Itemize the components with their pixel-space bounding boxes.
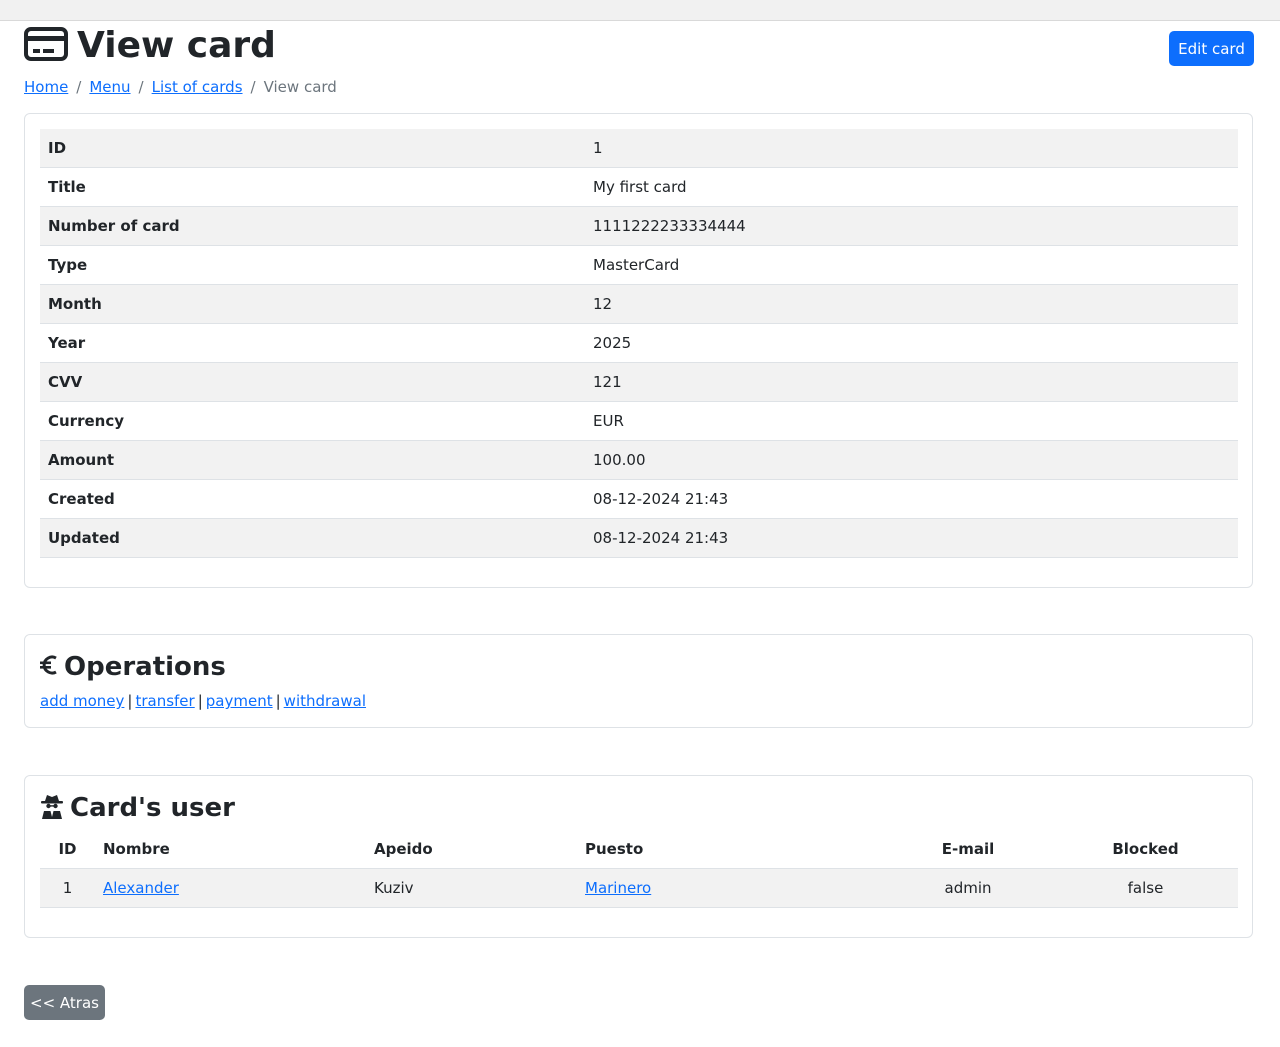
table-row: ID 1 [40, 129, 1238, 168]
detail-value: 08-12-2024 21:43 [585, 479, 1238, 519]
payment-link[interactable]: payment [206, 692, 273, 710]
table-row: Currency EUR [40, 401, 1238, 441]
breadcrumb-home-link[interactable]: Home [24, 77, 68, 97]
link-separator: | [197, 692, 203, 710]
breadcrumb-separator: / [138, 78, 144, 96]
detail-label: Title [40, 167, 585, 207]
detail-label: Number of card [40, 206, 585, 246]
operations-title: Operations [40, 651, 226, 683]
breadcrumb: Home / Menu / List of cards / View card [24, 77, 337, 97]
detail-label: Currency [40, 401, 585, 441]
user-puesto-cell: Marinero [577, 868, 883, 908]
operations-title-text: Operations [64, 652, 226, 682]
table-row: 1 Alexander Kuziv Marinero admin false [40, 868, 1238, 908]
column-header-nombre: Nombre [95, 830, 366, 869]
detail-value: EUR [585, 401, 1238, 441]
detail-value: 1 [585, 129, 1238, 168]
card-user-title: Card's user [40, 792, 235, 824]
user-email-cell: admin [883, 868, 1053, 908]
table-row: Title My first card [40, 167, 1238, 207]
column-header-puesto: Puesto [577, 830, 883, 869]
breadcrumb-separator: / [76, 78, 82, 96]
breadcrumb-list-of-cards-link[interactable]: List of cards [152, 77, 243, 97]
user-apeido-cell: Kuziv [366, 868, 577, 908]
detail-value: 2025 [585, 323, 1238, 363]
user-position-link[interactable]: Marinero [585, 879, 651, 897]
card-user-table: ID Nombre Apeido Puesto E-mail Blocked 1… [40, 830, 1238, 908]
detail-label: Type [40, 245, 585, 285]
user-blocked-cell: false [1053, 868, 1238, 908]
table-row: Amount 100.00 [40, 440, 1238, 480]
transfer-link[interactable]: transfer [135, 692, 194, 710]
detail-value: MasterCard [585, 245, 1238, 285]
card-user-panel: Card's user ID Nombre Apeido Puesto E-ma… [24, 775, 1253, 938]
withdrawal-link[interactable]: withdrawal [284, 692, 366, 710]
table-row: Year 2025 [40, 323, 1238, 363]
detail-label: CVV [40, 362, 585, 402]
detail-value: My first card [585, 167, 1238, 207]
table-row: Created 08-12-2024 21:43 [40, 479, 1238, 519]
operations-panel: Operations add money | transfer | payment | wi… [24, 634, 1253, 728]
breadcrumb-separator: / [250, 78, 256, 96]
column-header-id: ID [40, 830, 95, 869]
detail-value: 121 [585, 362, 1238, 402]
detail-label: Amount [40, 440, 585, 480]
link-separator: | [275, 692, 281, 710]
card-details-panel: ID 1 Title My first card Number of card 111… [24, 113, 1253, 588]
link-separator: | [127, 692, 133, 710]
edit-card-button[interactable]: Edit card [1169, 31, 1254, 66]
detail-label: Month [40, 284, 585, 324]
page-title: View card [24, 24, 276, 68]
detail-label: Year [40, 323, 585, 363]
back-button[interactable]: << Atras [24, 985, 105, 1020]
table-row: Updated 08-12-2024 21:43 [40, 518, 1238, 558]
detail-value: 08-12-2024 21:43 [585, 518, 1238, 558]
card-user-title-text: Card's user [70, 793, 235, 823]
euro-icon [40, 653, 58, 681]
detail-label: ID [40, 129, 585, 168]
table-row: Type MasterCard [40, 245, 1238, 285]
breadcrumb-menu-link[interactable]: Menu [89, 77, 130, 97]
credit-card-icon [24, 26, 68, 66]
detail-value: 1111222233334444 [585, 206, 1238, 246]
detail-value: 12 [585, 284, 1238, 324]
table-row: Number of card 1111222233334444 [40, 206, 1238, 246]
user-nombre-cell: Alexander [95, 868, 366, 908]
table-header-row: ID Nombre Apeido Puesto E-mail Blocked [40, 830, 1238, 869]
user-name-link[interactable]: Alexander [103, 879, 179, 897]
table-row: CVV 121 [40, 362, 1238, 402]
detail-value: 100.00 [585, 440, 1238, 480]
operations-links: add money | transfer | payment | withdrawal [40, 691, 366, 711]
column-header-blocked: Blocked [1053, 830, 1238, 869]
add-money-link[interactable]: add money [40, 692, 124, 710]
page-title-text: View card [77, 25, 276, 66]
user-id-cell: 1 [40, 868, 95, 908]
detail-label: Updated [40, 518, 585, 558]
table-row: Month 12 [40, 284, 1238, 324]
detail-label: Created [40, 479, 585, 519]
column-header-apeido: Apeido [366, 830, 577, 869]
browser-top-bar [0, 0, 1280, 21]
column-header-email: E-mail [883, 830, 1053, 869]
user-secret-icon [40, 793, 64, 823]
breadcrumb-current: View card [263, 78, 337, 96]
card-details-table: ID 1 Title My first card Number of card 111… [40, 129, 1238, 558]
